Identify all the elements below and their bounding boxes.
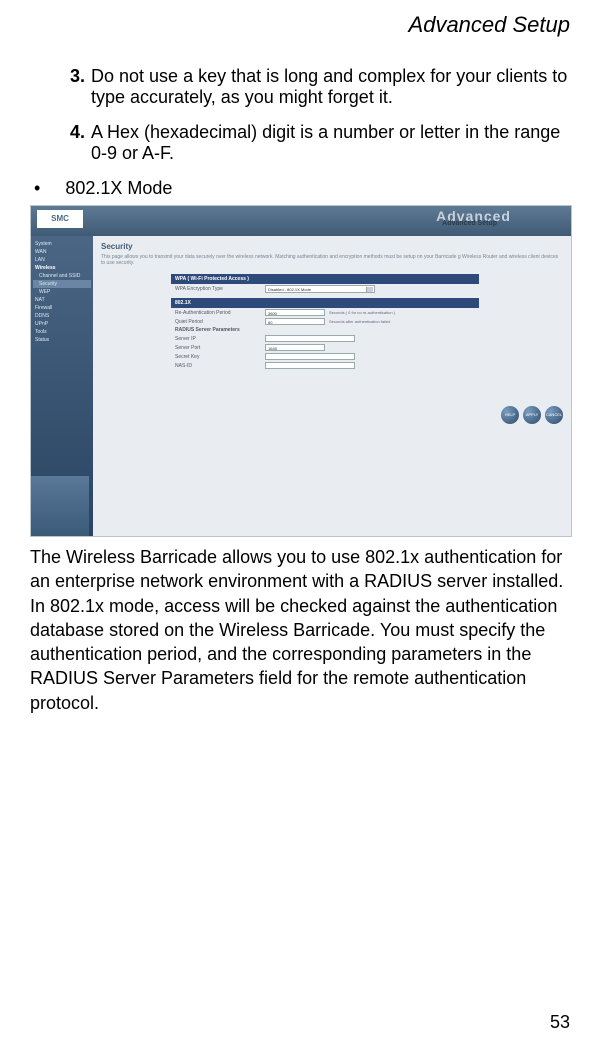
x-header: 802.1X — [171, 298, 479, 308]
page-number: 53 — [550, 1012, 570, 1033]
sidebar-item[interactable]: WAN — [33, 248, 91, 256]
sidebar-decorative-image — [31, 476, 89, 536]
wpa-row: WPA Encryption Type Disabled - 802.1X Mo… — [175, 284, 563, 294]
secret-key-label: Secret Key — [175, 354, 265, 360]
smc-logo: SMC — [37, 210, 83, 228]
sidebar-item[interactable]: Status — [33, 336, 91, 344]
server-port-label: Server Port — [175, 345, 265, 351]
panel-title: Security — [101, 242, 563, 251]
sidebar-item[interactable]: LAN — [33, 256, 91, 264]
screenshot-topbar: SMC Advanced Advanced Setup — [31, 206, 571, 236]
list-number: 4. — [70, 122, 85, 164]
form-row: RADIUS Server Parameters — [175, 326, 563, 334]
form-row: Server Port 1645 — [175, 343, 563, 352]
form-row: Server IP — [175, 334, 563, 343]
sidebar-subitem-security[interactable]: Security — [33, 280, 91, 288]
quiet-note: Seconds after authentication failed — [329, 319, 390, 324]
list-text: Do not use a key that is long and comple… — [91, 66, 570, 108]
router-screenshot: SMC Advanced Advanced Setup System WAN L… — [30, 205, 572, 537]
page-header: Advanced Setup — [30, 12, 570, 38]
reauth-input[interactable]: 3600 — [265, 309, 325, 316]
bullet-item: • 802.1X Mode — [34, 178, 570, 199]
cancel-button[interactable]: CANCEL — [545, 406, 563, 424]
sidebar-item[interactable]: System — [33, 240, 91, 248]
sidebar-subitem[interactable]: Channel and SSID — [33, 272, 91, 280]
quiet-input[interactable]: 60 — [265, 318, 325, 325]
wpa-encryption-select[interactable]: Disabled - 802.1X Mode — [265, 285, 375, 293]
server-ip-input[interactable] — [265, 335, 355, 342]
sidebar-item[interactable]: DDNS — [33, 312, 91, 320]
nasid-label: NAS-ID — [175, 363, 265, 369]
reauth-note: Seconds ( 0 for no re-authentication ) — [329, 310, 395, 315]
screenshot-main: Security This page allows you to transmi… — [93, 236, 571, 536]
form-row: Re-Authentication Period 3600 Seconds ( … — [175, 308, 563, 317]
quiet-label: Quiet Period — [175, 319, 265, 325]
nasid-input[interactable] — [265, 362, 355, 369]
server-ip-label: Server IP — [175, 336, 265, 342]
list-item-3: 3. Do not use a key that is long and com… — [70, 66, 570, 108]
sidebar-item[interactable]: UPnP — [33, 320, 91, 328]
sidebar-item[interactable]: Firewall — [33, 304, 91, 312]
bullet-text: 802.1X Mode — [65, 178, 172, 198]
sidebar-subitem[interactable]: WEP — [33, 288, 91, 296]
form-row: Secret Key — [175, 352, 563, 361]
reauth-label: Re-Authentication Period — [175, 310, 265, 316]
body-paragraph: The Wireless Barricade allows you to use… — [30, 545, 570, 715]
list-item-4: 4. A Hex (hexadecimal) digit is a number… — [70, 122, 570, 164]
panel-description: This page allows you to transmit your da… — [101, 254, 563, 266]
secret-key-input[interactable] — [265, 353, 355, 360]
advanced-setup-label: Advanced Setup — [442, 220, 497, 227]
radius-params-label: RADIUS Server Parameters — [175, 327, 265, 333]
list-number: 3. — [70, 66, 85, 108]
sidebar-item[interactable]: Tools — [33, 328, 91, 336]
help-button[interactable]: HELP — [501, 406, 519, 424]
list-text: A Hex (hexadecimal) digit is a number or… — [91, 122, 570, 164]
sidebar-item-wireless[interactable]: Wireless — [33, 264, 91, 272]
form-row: Quiet Period 60 Seconds after authentica… — [175, 317, 563, 326]
wpa-encryption-label: WPA Encryption Type — [175, 286, 265, 292]
bullet-mark: • — [34, 178, 40, 198]
wpa-header: WPA ( Wi-Fi Protected Access ) — [171, 274, 479, 284]
screenshot-sidebar: System WAN LAN Wireless Channel and SSID… — [31, 236, 93, 536]
form-row: NAS-ID — [175, 361, 563, 370]
action-buttons: HELP APPLY CANCEL — [501, 406, 563, 424]
sidebar-item[interactable]: NAT — [33, 296, 91, 304]
apply-button[interactable]: APPLY — [523, 406, 541, 424]
server-port-input[interactable]: 1645 — [265, 344, 325, 351]
